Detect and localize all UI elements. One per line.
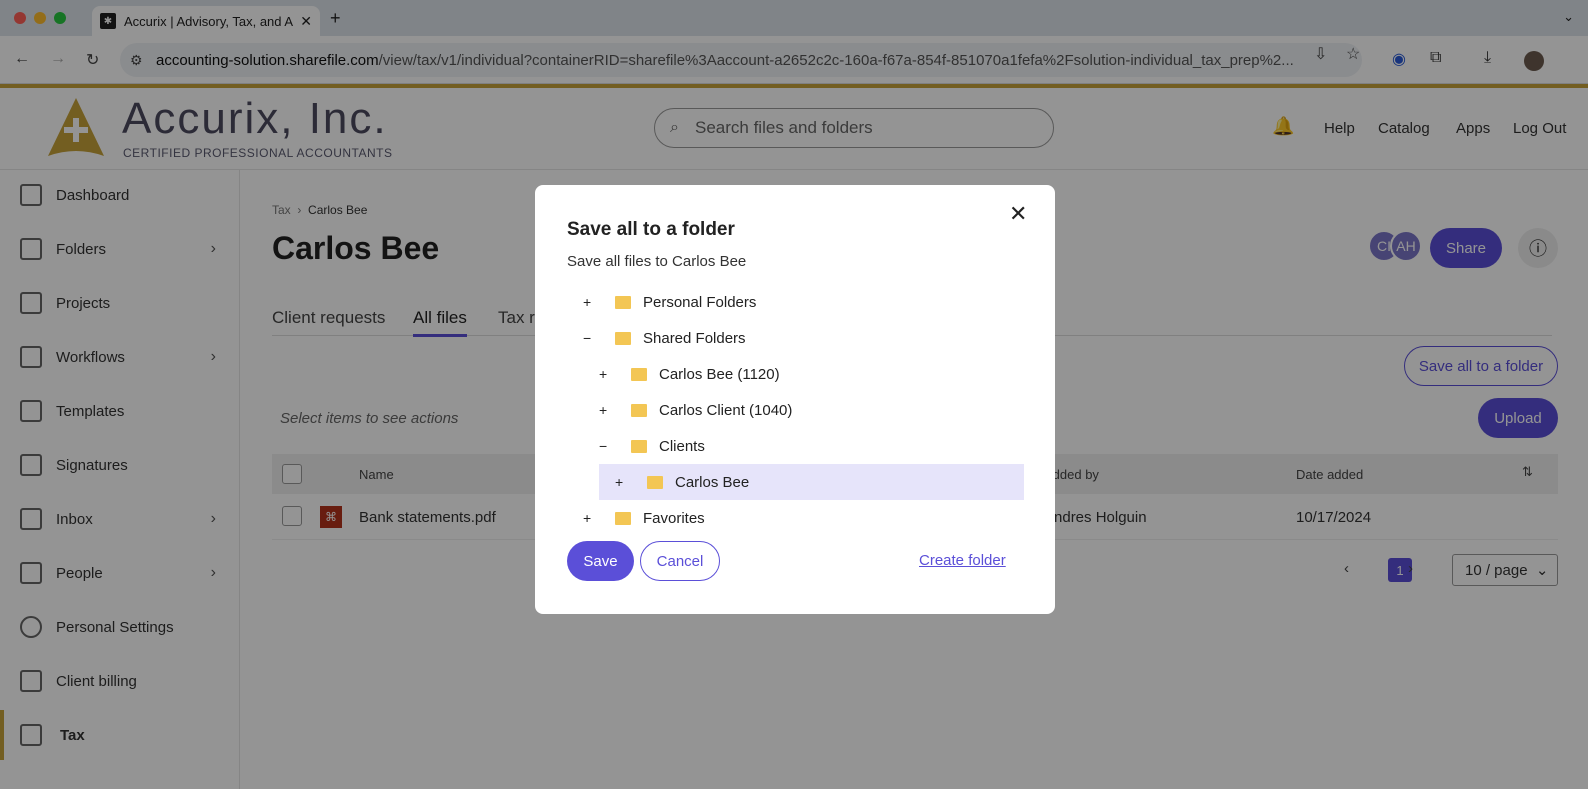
cancel-button[interactable]: Cancel (640, 541, 720, 581)
tree-item-label: Favorites (643, 509, 705, 527)
expand-icon[interactable]: + (583, 511, 595, 525)
tree-item-carlos-client-1040[interactable]: + Carlos Client (1040) (599, 392, 1015, 428)
folder-icon (615, 511, 631, 525)
dialog-subtitle: Save all files to Carlos Bee (567, 253, 747, 270)
tree-item-label: Shared Folders (643, 329, 746, 347)
tree-item-personal-folders[interactable]: + Personal Folders (583, 284, 1015, 320)
tree-item-label: Carlos Client (1040) (659, 401, 793, 419)
tree-item-carlos-bee-1120[interactable]: + Carlos Bee (1120) (599, 356, 1015, 392)
tree-item-clients[interactable]: − Clients (599, 428, 1015, 464)
tree-item-favorites[interactable]: + Favorites (583, 500, 1015, 536)
tree-item-carlos-bee[interactable]: + Carlos Bee (599, 464, 1024, 500)
collapse-icon[interactable]: − (583, 331, 595, 345)
folder-icon (615, 331, 631, 345)
create-folder-link[interactable]: Create folder (919, 552, 1006, 569)
expand-icon[interactable]: + (615, 475, 627, 489)
expand-icon[interactable]: + (599, 403, 611, 417)
folder-icon (615, 295, 631, 309)
tree-item-label: Carlos Bee (675, 473, 750, 491)
folder-icon (647, 475, 663, 489)
dialog-title: Save all to a folder (567, 219, 735, 240)
tree-item-label: Clients (659, 437, 705, 455)
close-icon[interactable]: ✕ (1009, 201, 1027, 227)
expand-icon[interactable]: + (583, 295, 595, 309)
tree-item-label: Personal Folders (643, 293, 757, 311)
tree-item-shared-folders[interactable]: − Shared Folders (583, 320, 1015, 356)
collapse-icon[interactable]: − (599, 439, 611, 453)
tree-item-label: Carlos Bee (1120) (659, 365, 780, 383)
save-to-folder-dialog: Save all to a folder ✕ Save all files to… (535, 185, 1055, 614)
folder-icon (631, 439, 647, 453)
save-button[interactable]: Save (567, 541, 634, 581)
expand-icon[interactable]: + (599, 367, 611, 381)
folder-icon (631, 403, 647, 417)
folder-icon (631, 367, 647, 381)
